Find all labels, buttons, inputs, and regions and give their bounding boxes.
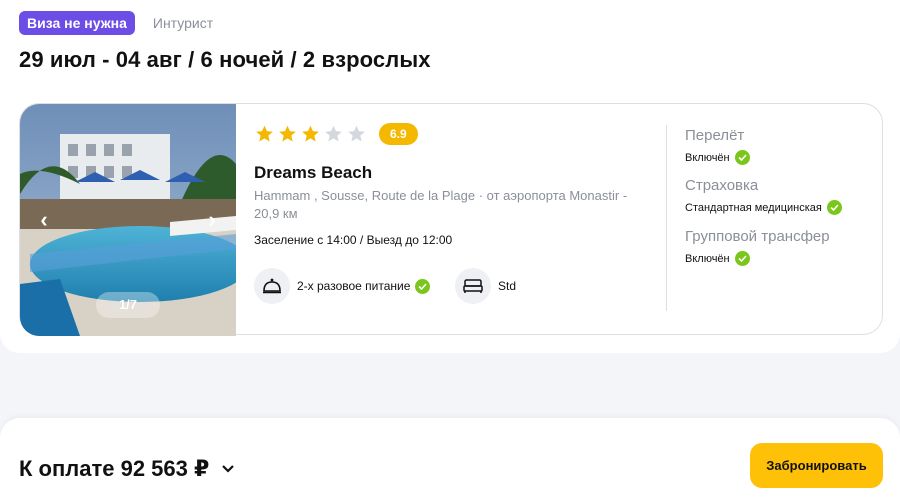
included-transfer: Групповой трансфер Включён (685, 228, 830, 266)
bed-icon (455, 268, 491, 304)
star-icon (302, 125, 319, 142)
star-icon (279, 125, 296, 142)
included-value-text: Стандартная медицинская (685, 201, 822, 214)
included-title: Страховка (685, 177, 759, 194)
hotel-card: ‹ › 1/7 6.9 Dreams Beach Hammam , Sousse… (19, 103, 883, 336)
hotel-photo: ‹ › 1/7 (20, 104, 236, 336)
trip-title: 29 июл - 04 авг / 6 ночей / 2 взрослых (19, 47, 431, 72)
star-icon (348, 125, 365, 142)
hotel-stars (254, 124, 369, 144)
check-icon (826, 200, 842, 215)
included-value: Стандартная медицинская (685, 200, 842, 215)
included-insurance: Страховка Стандартная медицинская (685, 177, 842, 215)
photo-counter: 1/7 (96, 292, 160, 318)
photo-next-button[interactable]: › (200, 208, 224, 232)
room-label: Std (498, 279, 517, 293)
check-icon (734, 251, 750, 266)
star-icon (256, 125, 273, 142)
book-button[interactable]: Забронировать (750, 443, 883, 488)
star-icon (325, 125, 342, 142)
hotel-name[interactable]: Dreams Beach (254, 163, 372, 183)
included-value-text: Включён (685, 151, 730, 164)
total-price-text: К оплате 92 563 ₽ (19, 456, 210, 481)
chevron-down-icon (222, 465, 235, 473)
included-value: Включён (685, 251, 830, 266)
cloche-icon (254, 268, 290, 304)
included-value: Включён (685, 150, 750, 165)
total-price[interactable]: К оплате 92 563 ₽ (19, 456, 235, 482)
included-title: Перелёт (685, 127, 745, 144)
room-feature: Std (455, 268, 516, 304)
meal-feature: 2-х разовое питание (254, 268, 431, 304)
included-title: Групповой трансфер (685, 228, 830, 245)
included-flight: Перелёт Включён (685, 127, 750, 165)
payment-bar: К оплате 92 563 ₽ Забронировать (0, 418, 900, 498)
operator-label: Интурист (152, 15, 214, 31)
photo-prev-button[interactable]: ‹ (32, 208, 56, 232)
tour-summary-panel: Виза не нужна Интурист 29 июл - 04 авг /… (0, 0, 900, 353)
visa-badge: Виза не нужна (19, 11, 135, 35)
divider (666, 125, 667, 311)
meal-label: 2-х разовое питание (297, 279, 411, 293)
hotel-location: Hammam , Sousse, Route de la Plage · от … (254, 188, 628, 221)
rating-badge: 6.9 (379, 123, 418, 145)
check-icon (734, 150, 750, 165)
check-icon (415, 278, 431, 294)
badge-row: Виза не нужна Интурист (19, 11, 213, 35)
checkin-times: Заселение с 14:00 / Выезд до 12:00 (254, 233, 453, 247)
included-value-text: Включён (685, 252, 730, 265)
